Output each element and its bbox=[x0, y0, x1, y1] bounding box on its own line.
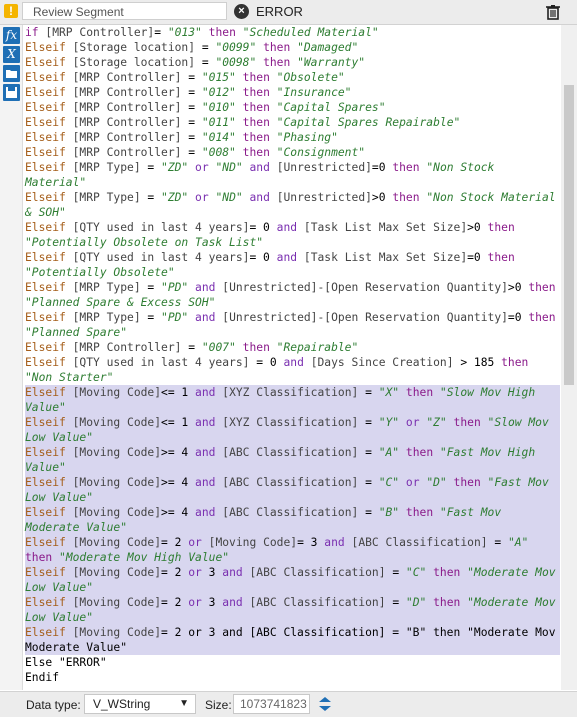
vertical-scrollbar[interactable] bbox=[561, 25, 577, 690]
open-folder-icon[interactable] bbox=[3, 65, 20, 82]
code-line[interactable]: Elseif [Moving Code]= 2 or [Moving Code]… bbox=[25, 535, 560, 565]
code-line[interactable]: Elseif [Storage location] = "0098" then … bbox=[25, 55, 560, 70]
fx-icon[interactable]: fx bbox=[3, 27, 20, 44]
code-text[interactable]: if [MRP Controller]= "013" then "Schedul… bbox=[25, 25, 560, 685]
save-icon[interactable] bbox=[3, 84, 20, 101]
code-line[interactable]: Elseif [MRP Controller] = "008" then "Co… bbox=[25, 145, 560, 160]
code-line[interactable]: Elseif [QTY used in last 4 years]= 0 and… bbox=[25, 220, 560, 250]
code-line[interactable]: Elseif [Moving Code]<= 1 and [XYZ Classi… bbox=[25, 385, 560, 415]
x-variable-icon[interactable]: X bbox=[3, 46, 20, 63]
size-label: Size: bbox=[205, 698, 232, 712]
clear-icon[interactable]: × bbox=[234, 4, 249, 19]
code-line[interactable]: Elseif [Moving Code]= 2 or 3 and [ABC Cl… bbox=[25, 595, 560, 625]
code-line[interactable]: Elseif [MRP Controller] = "015" then "Ob… bbox=[25, 70, 560, 85]
size-spinner-icon[interactable] bbox=[314, 694, 336, 714]
code-line[interactable]: Elseif [QTY used in last 4 years]= 0 and… bbox=[25, 250, 560, 280]
output-field-name[interactable]: Review Segment bbox=[22, 2, 227, 20]
footer-bar: Data type: V_WString ▼ Size: 1073741823 bbox=[0, 691, 577, 717]
code-line[interactable]: Elseif [QTY used in last 4 years] = 0 an… bbox=[25, 355, 560, 385]
code-line[interactable]: Elseif [Moving Code]<= 1 and [XYZ Classi… bbox=[25, 415, 560, 445]
code-line[interactable]: Elseif [MRP Controller] = "011" then "Ca… bbox=[25, 115, 560, 130]
code-line[interactable]: if [MRP Controller]= "013" then "Schedul… bbox=[25, 25, 560, 40]
code-line[interactable]: Elseif [MRP Type] = "ZD" or "ND" and [Un… bbox=[25, 190, 560, 220]
code-line[interactable]: Elseif [MRP Controller] = "010" then "Ca… bbox=[25, 100, 560, 115]
code-line[interactable]: Elseif [Moving Code]= 2 or 3 and [ABC Cl… bbox=[25, 625, 560, 655]
data-type-select[interactable]: V_WString ▼ bbox=[84, 694, 196, 714]
output-field-icon: ! bbox=[4, 4, 18, 18]
expression-editor[interactable]: if [MRP Controller]= "013" then "Schedul… bbox=[23, 25, 577, 690]
code-line[interactable]: Elseif [Moving Code]>= 4 and [ABC Classi… bbox=[25, 505, 560, 535]
code-line[interactable]: Elseif [MRP Controller] = "007" then "Re… bbox=[25, 340, 560, 355]
size-input[interactable]: 1073741823 bbox=[233, 694, 310, 714]
code-line[interactable]: Elseif [MRP Type] = "PD" and [Unrestrict… bbox=[25, 310, 560, 340]
code-line[interactable]: Elseif [MRP Controller] = "014" then "Ph… bbox=[25, 130, 560, 145]
code-line[interactable]: Elseif [MRP Controller] = "012" then "In… bbox=[25, 85, 560, 100]
data-type-label: Data type: bbox=[26, 698, 81, 712]
code-line[interactable]: Elseif [Moving Code]= 2 or 3 and [ABC Cl… bbox=[25, 565, 560, 595]
code-line[interactable]: Elseif [Moving Code]>= 4 and [ABC Classi… bbox=[25, 445, 560, 475]
trash-icon[interactable] bbox=[544, 3, 562, 21]
code-line[interactable]: Elseif [MRP Type] = "PD" and [Unrestrict… bbox=[25, 280, 560, 310]
code-line[interactable]: Endif bbox=[25, 670, 560, 685]
code-line[interactable]: Elseif [MRP Type] = "ZD" or "ND" and [Un… bbox=[25, 160, 560, 190]
code-line[interactable]: Elseif [Moving Code]>= 4 and [ABC Classi… bbox=[25, 475, 560, 505]
code-line[interactable]: Else "ERROR" bbox=[25, 655, 560, 670]
chevron-down-icon: ▼ bbox=[179, 698, 189, 709]
output-preview: ERROR bbox=[256, 4, 303, 19]
expression-header: ! Review Segment × ERROR bbox=[0, 0, 577, 25]
code-line[interactable]: Elseif [Storage location] = "0099" then … bbox=[25, 40, 560, 55]
expression-toolbar: fx X bbox=[0, 25, 23, 690]
data-type-value: V_WString bbox=[93, 697, 151, 711]
